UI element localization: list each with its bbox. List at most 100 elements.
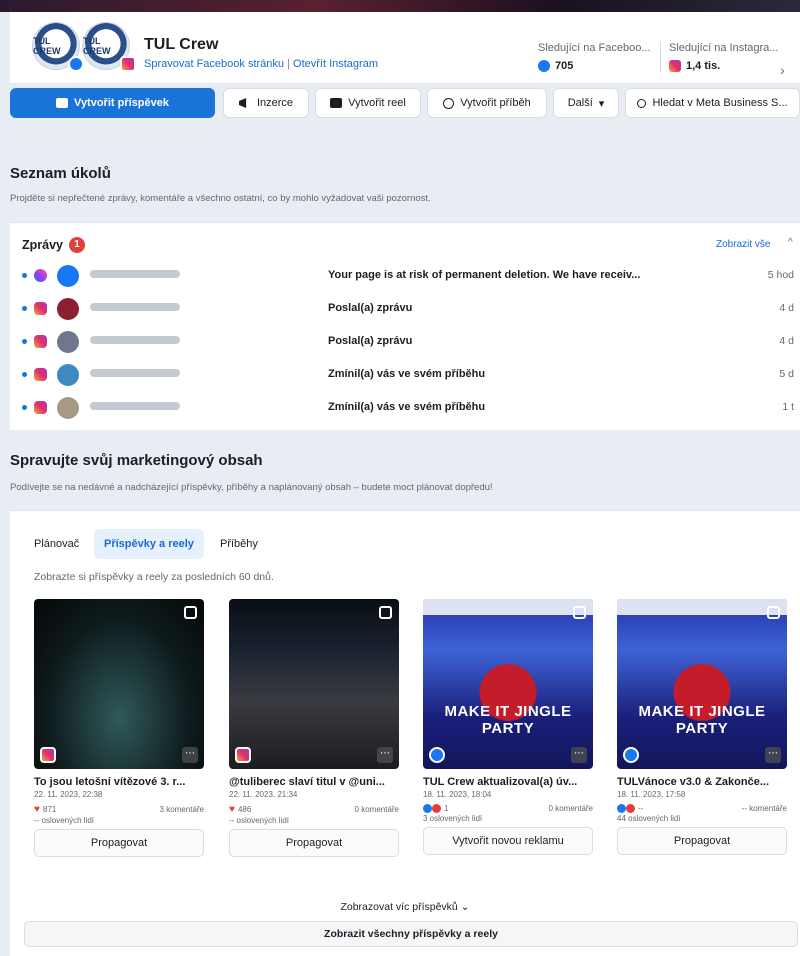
manage-facebook-link[interactable]: Spravovat Facebook stránku bbox=[144, 58, 284, 70]
ads-button[interactable]: Inzerce bbox=[223, 88, 309, 118]
message-time: 5 hod bbox=[767, 269, 794, 281]
unread-dot bbox=[22, 273, 27, 278]
cover-photo-strip bbox=[0, 0, 800, 12]
more-options-icon[interactable]: ⋯ bbox=[765, 747, 781, 763]
megaphone-icon bbox=[238, 98, 247, 108]
post-thumbnail[interactable]: ⋯ bbox=[34, 599, 204, 769]
promote-button[interactable]: Propagovat bbox=[617, 827, 787, 855]
facebook-followers-label: Sledující na Faceboo... bbox=[538, 42, 651, 54]
create-story-button[interactable]: Vytvořit příběh bbox=[427, 88, 547, 118]
reach-count: 3 oslovených lidí bbox=[423, 814, 483, 823]
post-thumbnail[interactable]: ⋯ bbox=[229, 599, 399, 769]
message-row[interactable]: Poslal(a) zprávu 4 d bbox=[10, 325, 800, 358]
create-post-button[interactable]: Vytvořit příspěvek bbox=[10, 88, 215, 118]
create-reel-button[interactable]: Vytvořit reel bbox=[315, 88, 421, 118]
chevron-down-icon: ⌄ bbox=[460, 901, 470, 913]
image-caption-text: MAKE IT JINGLE PARTY bbox=[444, 703, 572, 737]
post-card: MAKE IT JINGLE PARTY ⋯ TUL Crew aktualiz… bbox=[423, 599, 593, 855]
message-row[interactable]: Your page is at risk of permanent deleti… bbox=[10, 259, 800, 292]
more-dropdown-button[interactable]: Další ▾ bbox=[553, 88, 619, 118]
message-time: 4 d bbox=[779, 335, 794, 347]
open-instagram-link[interactable]: Otevřít Instagram bbox=[293, 58, 378, 70]
reel-icon bbox=[330, 98, 343, 108]
more-options-icon[interactable]: ⋯ bbox=[571, 747, 587, 763]
tab-stories[interactable]: Příběhy bbox=[210, 529, 268, 559]
unread-dot bbox=[22, 339, 27, 344]
sender-avatar bbox=[57, 331, 79, 353]
instagram-icon bbox=[235, 747, 251, 763]
reaction-count: -- bbox=[638, 804, 644, 813]
instagram-followers-value: 1,4 tis. bbox=[686, 60, 721, 72]
post-title[interactable]: @tuliberec slaví titul v @uni... bbox=[229, 776, 399, 788]
carousel-icon bbox=[184, 606, 197, 619]
message-row[interactable]: Zmínil(a) vás ve svém příběhu 5 d bbox=[10, 358, 800, 391]
unread-dot bbox=[22, 405, 27, 410]
sender-name-redacted bbox=[90, 336, 180, 344]
message-preview: Zmínil(a) vás ve svém příběhu bbox=[328, 401, 486, 413]
see-all-link[interactable]: Zobrazit vše bbox=[716, 239, 770, 250]
banner-ribbon bbox=[423, 599, 593, 615]
instagram-icon bbox=[40, 747, 56, 763]
message-preview: Poslal(a) zprávu bbox=[328, 335, 413, 347]
post-title[interactable]: To jsou letošní vítězové 3. r... bbox=[34, 776, 204, 788]
message-time: 4 d bbox=[779, 302, 794, 314]
unread-dot bbox=[22, 372, 27, 377]
marketing-content-card: Plánovač Příspěvky a reely Příběhy Zobra… bbox=[10, 510, 800, 956]
reaction-count: 1 bbox=[444, 804, 449, 813]
message-preview: Zmínil(a) vás ve svém příběhu bbox=[328, 368, 486, 380]
sender-avatar bbox=[57, 397, 79, 419]
promote-button[interactable]: Propagovat bbox=[34, 829, 204, 857]
reaction-count: 871 bbox=[42, 805, 57, 814]
post-date: 22. 11. 2023, 21:34 bbox=[229, 790, 298, 799]
facebook-badge-icon bbox=[68, 56, 84, 72]
like-icon bbox=[423, 804, 432, 813]
post-title[interactable]: TULVánoce v3.0 & Zakonče... bbox=[617, 776, 787, 788]
create-ad-button[interactable]: Vytvořit novou reklamu bbox=[423, 827, 593, 855]
message-preview: Your page is at risk of permanent deleti… bbox=[328, 269, 641, 281]
heart-icon: ♥ bbox=[229, 804, 235, 815]
reach-count: -- oslovených lidí bbox=[229, 816, 290, 825]
compose-icon bbox=[56, 98, 69, 108]
promote-button[interactable]: Propagovat bbox=[229, 829, 399, 857]
sender-avatar bbox=[57, 364, 79, 386]
post-title[interactable]: TUL Crew aktualizoval(a) úv... bbox=[423, 776, 593, 788]
post-card: MAKE IT JINGLE PARTY ⋯ TULVánoce v3.0 & … bbox=[617, 599, 787, 855]
message-row[interactable]: Zmínil(a) vás ve svém příběhu 1 t bbox=[10, 391, 800, 424]
chevron-up-icon[interactable]: ^ bbox=[788, 237, 793, 248]
tab-planner[interactable]: Plánovač bbox=[24, 529, 89, 559]
instagram-followers-stat[interactable]: Sledující na Instagra... 1,4 tis. bbox=[660, 42, 778, 72]
sender-name-redacted bbox=[90, 270, 180, 278]
action-toolbar: Vytvořit příspěvek Inzerce Vytvořit reel… bbox=[10, 88, 800, 120]
chevron-right-icon[interactable]: › bbox=[780, 62, 785, 78]
instagram-icon bbox=[669, 60, 681, 72]
facebook-followers-stat[interactable]: Sledující na Faceboo... 705 bbox=[538, 42, 651, 72]
more-options-icon[interactable]: ⋯ bbox=[377, 747, 393, 763]
tab-posts-reels[interactable]: Příspěvky a reely bbox=[94, 529, 204, 559]
facebook-icon bbox=[538, 60, 550, 72]
reach-count: -- oslovených lidí bbox=[34, 816, 95, 825]
message-preview: Poslal(a) zprávu bbox=[328, 302, 413, 314]
show-more-posts-link[interactable]: Zobrazovat víc příspěvků ⌄ bbox=[10, 901, 800, 913]
story-plus-icon bbox=[443, 97, 455, 109]
message-row[interactable]: Poslal(a) zprávu 4 d bbox=[10, 292, 800, 325]
facebook-followers-value: 705 bbox=[555, 60, 574, 72]
post-thumbnail[interactable]: MAKE IT JINGLE PARTY ⋯ bbox=[423, 599, 593, 769]
messages-header: Zprávy 1 bbox=[22, 237, 85, 253]
page-header: TUL CREW TUL CREW TUL Crew Spravovat Fac… bbox=[10, 12, 800, 84]
reaction-count: 486 bbox=[237, 805, 252, 814]
unread-count-badge: 1 bbox=[69, 237, 85, 253]
marketing-section-subtitle: Podívejte se na nedávné a nadcházející p… bbox=[10, 482, 493, 493]
sender-name-redacted bbox=[90, 402, 180, 410]
page-title: TUL Crew bbox=[144, 36, 219, 53]
meta-business-search[interactable]: Hledat v Meta Business S... bbox=[625, 88, 800, 118]
show-all-posts-button[interactable]: Zobrazit všechny příspěvky a reely bbox=[24, 921, 798, 947]
reel-icon bbox=[379, 606, 392, 619]
post-date: 18. 11. 2023, 17:58 bbox=[617, 790, 686, 799]
image-icon bbox=[573, 606, 586, 619]
post-thumbnail[interactable]: MAKE IT JINGLE PARTY ⋯ bbox=[617, 599, 787, 769]
love-icon bbox=[432, 804, 441, 813]
more-options-icon[interactable]: ⋯ bbox=[182, 747, 198, 763]
banner-ribbon bbox=[617, 599, 787, 615]
reach-count: 44 oslovených lidí bbox=[617, 814, 681, 823]
post-date: 18. 11. 2023, 18:04 bbox=[423, 790, 492, 799]
